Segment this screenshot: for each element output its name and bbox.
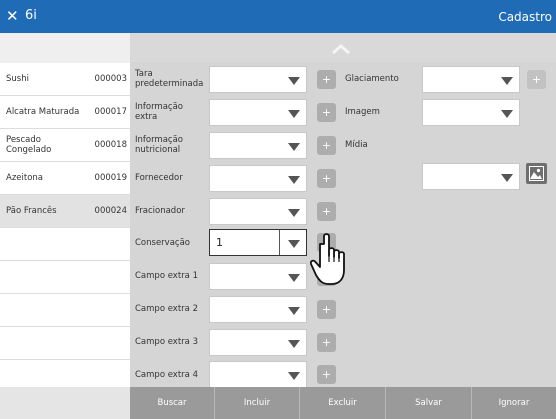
list-header (0, 33, 130, 63)
footer-toolbar: Buscar Incluir Excluir Salvar Ignorar (0, 387, 556, 419)
conservacao-select[interactable]: 1 (209, 229, 307, 256)
collapse-bar[interactable] (130, 33, 556, 62)
add-info-extra-button[interactable]: + (317, 103, 336, 122)
incluir-button[interactable]: Incluir (215, 387, 299, 419)
campo-extra-4-select[interactable] (209, 361, 307, 388)
app-name: 6i (25, 8, 37, 23)
list-item-empty (0, 294, 130, 327)
hand-pointer-icon (310, 233, 345, 285)
add-campo-extra-4-button[interactable]: + (317, 365, 336, 384)
list-item-empty (0, 327, 130, 360)
field-label: Campo extra 2 (135, 304, 198, 314)
excluir-button[interactable]: Excluir (300, 387, 385, 419)
close-icon[interactable]: ✕ (6, 6, 19, 26)
product-list: Sushi 000003 Alcatra Maturada 000017 Pes… (0, 33, 130, 387)
info-extra-select[interactable] (209, 99, 307, 126)
caret-down-icon (288, 209, 300, 217)
add-info-nutricional-button[interactable]: + (317, 136, 336, 155)
caret-down-icon (288, 274, 300, 282)
add-campo-extra-2-button[interactable]: + (317, 300, 336, 319)
list-item-empty (0, 360, 130, 387)
caret-down-icon (288, 143, 300, 151)
caret-down-icon (288, 340, 300, 348)
footer-spacer (0, 387, 130, 419)
caret-down-icon (288, 240, 300, 248)
add-campo-extra-3-button[interactable]: + (317, 333, 336, 352)
list-item[interactable]: Pescado Congelado 000018 (0, 129, 130, 162)
field-label: Campo extra 4 (135, 370, 198, 380)
field-label: Mídia (345, 140, 368, 150)
midia-select[interactable] (422, 163, 520, 190)
buscar-button[interactable]: Buscar (130, 387, 214, 419)
list-item-selected[interactable]: Pão Francês 000024 (0, 195, 130, 228)
fracionador-select[interactable] (209, 198, 307, 225)
imagem-select[interactable] (422, 99, 520, 126)
add-fracionador-button[interactable]: + (317, 202, 336, 221)
campo-extra-1-select[interactable] (209, 263, 307, 290)
field-label: Informação extra (135, 102, 184, 122)
ignorar-button[interactable]: Ignorar (472, 387, 556, 419)
field-label: Tara predeterminada (135, 69, 204, 89)
salvar-button[interactable]: Salvar (386, 387, 471, 419)
field-label: Fornecedor (135, 173, 183, 183)
window-title: Cadastro (498, 10, 552, 24)
caret-down-icon (288, 372, 300, 380)
image-icon[interactable] (526, 163, 547, 184)
fornecedor-select[interactable] (209, 165, 307, 192)
chevron-up-icon[interactable] (331, 44, 351, 54)
glaciamento-select[interactable] (422, 66, 520, 93)
field-label: Fracionador (135, 206, 185, 216)
list-item-empty (0, 261, 130, 294)
caret-down-icon (501, 110, 513, 118)
add-tara-button[interactable]: + (317, 70, 336, 89)
list-item[interactable]: Alcatra Maturada 000017 (0, 96, 130, 129)
tara-select[interactable] (209, 66, 307, 93)
caret-down-icon (288, 176, 300, 184)
field-label: Informação nutricional (135, 135, 184, 155)
campo-extra-3-select[interactable] (209, 329, 307, 356)
campo-extra-2-select[interactable] (209, 296, 307, 323)
field-label: Conservação (135, 238, 190, 248)
field-label: Imagem (345, 107, 380, 117)
add-glaciamento-button[interactable]: + (527, 70, 546, 89)
field-label: Glaciamento (345, 74, 399, 84)
info-nutricional-select[interactable] (209, 132, 307, 159)
list-item[interactable]: Sushi 000003 (0, 63, 130, 96)
title-bar: ✕ 6i Cadastro (0, 0, 556, 33)
field-label: Campo extra 3 (135, 337, 198, 347)
caret-down-icon (288, 110, 300, 118)
add-fornecedor-button[interactable]: + (317, 169, 336, 188)
form-panel: Tara predeterminada + Informação extra +… (130, 33, 556, 388)
caret-down-icon (288, 307, 300, 315)
caret-down-icon (288, 77, 300, 85)
field-label: Campo extra 1 (135, 271, 198, 281)
list-item[interactable]: Azeitona 000019 (0, 162, 130, 195)
list-item-empty (0, 228, 130, 261)
caret-down-icon (501, 174, 513, 182)
caret-down-icon (501, 77, 513, 85)
